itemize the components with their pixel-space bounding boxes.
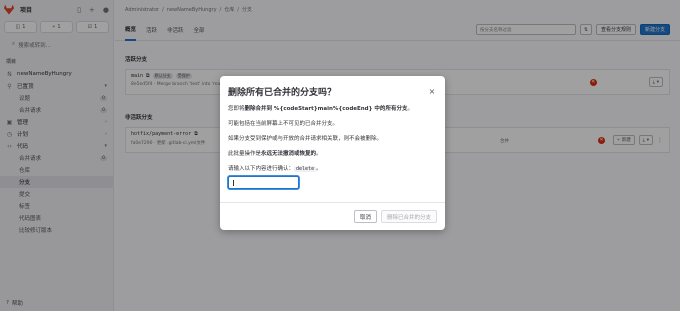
delete-merged-branches-button[interactable]: 删除已合并的分支 — [380, 210, 437, 223]
close-icon[interactable]: × — [427, 87, 437, 96]
delete-merged-branches-modal: 删除所有已合并的分支吗？ × 您即将删除合并到 %{codeStart}main… — [220, 76, 445, 230]
modal-description: 您即将删除合并到 %{codeStart}main%{codeEnd} 中的所有… — [228, 106, 413, 112]
confirm-instruction: 请输入以下内容进行确认： delete。 — [228, 166, 322, 172]
modal-protected-note: 如果分支受到保护或与开放的合并请求相关联，则不会被删除。 — [228, 136, 383, 142]
modal-warning: 此批量操作是永远无法撤消或恢复的。 — [228, 151, 322, 157]
confirm-delete-input[interactable] — [228, 176, 299, 189]
cancel-button[interactable]: 取消 — [353, 210, 377, 223]
modal-title: 删除所有已合并的分支吗？ — [228, 87, 337, 98]
modal-note: 可能包括在当前屏幕上不可见的已合并分支。 — [228, 121, 339, 127]
confirm-code: delete — [294, 166, 317, 172]
